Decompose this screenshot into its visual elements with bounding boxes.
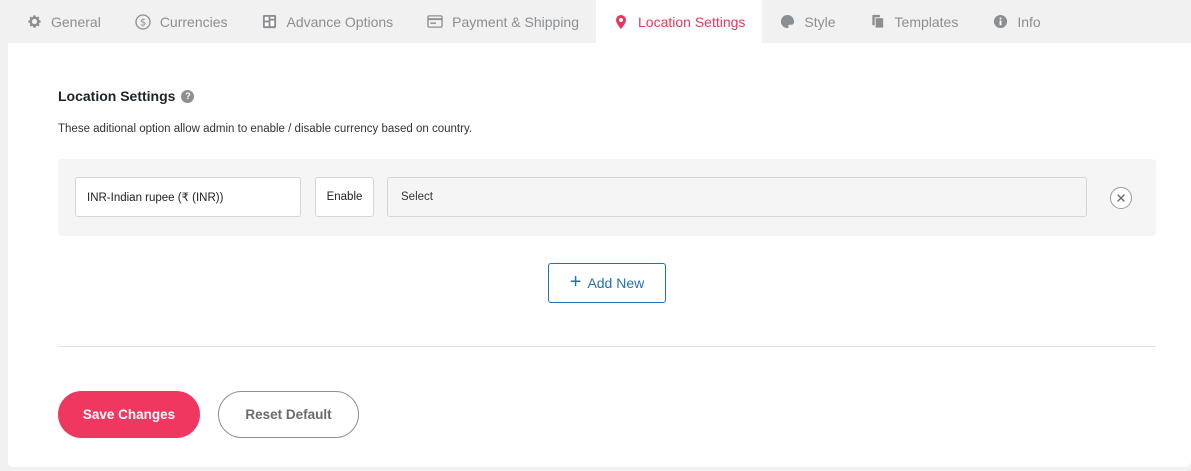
info-icon bbox=[992, 14, 1008, 30]
copy-icon bbox=[870, 14, 886, 30]
location-rule-row: INR-Indian rupee (₹ (INR)) Enable Select bbox=[58, 159, 1156, 236]
section-title-text: Location Settings bbox=[58, 88, 176, 104]
dollar-circle-icon: $ bbox=[135, 13, 151, 30]
tab-payment-shipping[interactable]: Payment & Shipping bbox=[410, 0, 596, 43]
country-multiselect[interactable]: Select bbox=[387, 177, 1087, 217]
save-changes-button[interactable]: Save Changes bbox=[58, 391, 200, 438]
map-pin-icon bbox=[613, 14, 629, 30]
section-title: Location Settings ? bbox=[58, 88, 195, 104]
grid-icon bbox=[262, 14, 278, 30]
remove-rule-button[interactable] bbox=[1110, 187, 1132, 209]
status-select[interactable]: Enable bbox=[315, 177, 374, 217]
divider bbox=[58, 346, 1156, 347]
tab-location-settings[interactable]: Location Settings bbox=[596, 0, 763, 43]
tab-label: Currencies bbox=[159, 13, 228, 30]
add-new-label: Add New bbox=[587, 275, 645, 291]
currency-select[interactable]: INR-Indian rupee (₹ (INR)) bbox=[75, 177, 301, 217]
tab-label: Payment & Shipping bbox=[452, 13, 579, 30]
tab-general[interactable]: General bbox=[0, 0, 118, 43]
tab-label: Location Settings bbox=[638, 13, 746, 30]
reset-default-button[interactable]: Reset Default bbox=[218, 391, 359, 438]
tab-currencies[interactable]: $ Currencies bbox=[118, 0, 245, 43]
help-icon[interactable]: ? bbox=[181, 89, 195, 103]
tab-label: General bbox=[51, 13, 101, 30]
settings-tabs: General $ Currencies Advance Options Pay… bbox=[0, 0, 1191, 43]
settings-panel: Location Settings ? These aditional opti… bbox=[8, 43, 1191, 467]
tab-label: Advance Options bbox=[286, 13, 394, 30]
tab-label: Templates bbox=[894, 13, 959, 30]
palette-icon bbox=[779, 14, 795, 30]
gear-icon bbox=[26, 14, 42, 30]
tab-templates[interactable]: Templates bbox=[853, 0, 976, 43]
svg-text:$: $ bbox=[140, 17, 146, 28]
tab-advance-options[interactable]: Advance Options bbox=[245, 0, 411, 43]
tab-label: Info bbox=[1017, 13, 1041, 30]
tab-style[interactable]: Style bbox=[762, 0, 852, 43]
tab-info[interactable]: Info bbox=[975, 0, 1057, 43]
add-new-button[interactable]: + Add New bbox=[548, 263, 666, 303]
tab-label: Style bbox=[804, 13, 836, 30]
card-icon bbox=[427, 14, 443, 30]
close-icon bbox=[1117, 194, 1125, 202]
plus-icon: + bbox=[569, 271, 582, 293]
section-description: These aditional option allow admin to en… bbox=[58, 123, 473, 135]
